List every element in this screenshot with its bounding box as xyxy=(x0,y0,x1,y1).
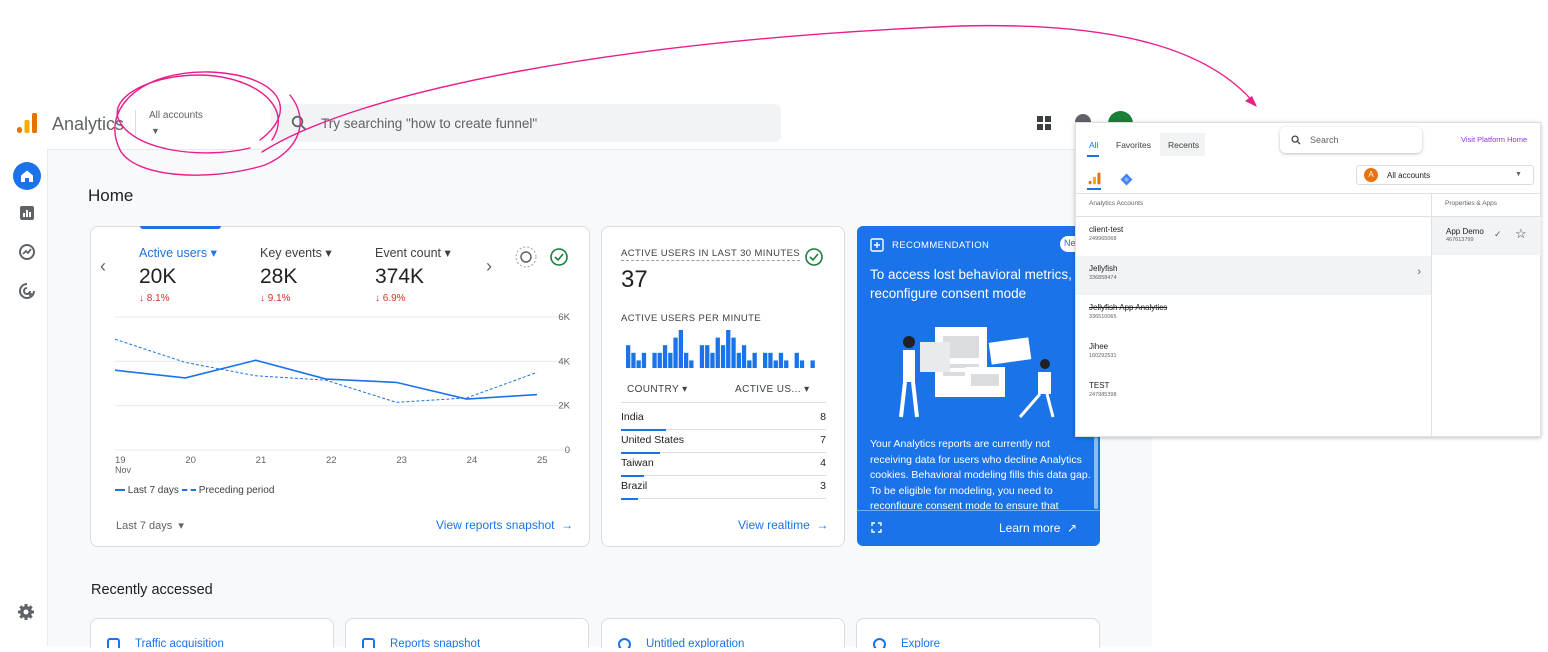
annotation-overlay xyxy=(114,24,1257,176)
arrow-head-icon xyxy=(1245,96,1257,107)
